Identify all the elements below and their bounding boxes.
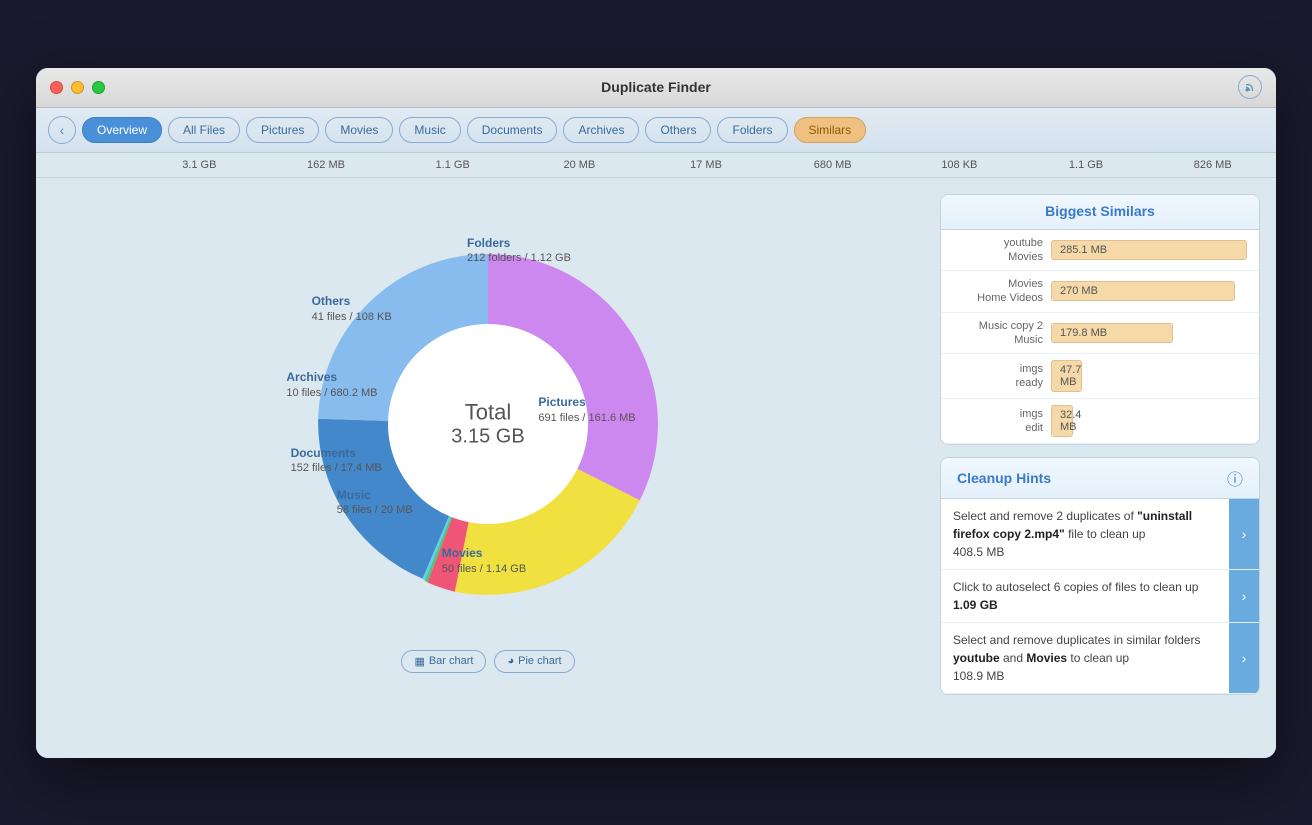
similar-bar-3[interactable]: 179.8 MB [1051, 323, 1173, 343]
chart-area: Total 3.15 GB Folders 212 folders / 1.12… [52, 194, 924, 742]
similar-row-3: Music copy 2 Music 179.8 MB [941, 313, 1259, 355]
similar-row-5: imgs edit 32.4 MB [941, 399, 1259, 444]
label-pictures: Pictures 691 files / 161.6 MB [538, 394, 635, 426]
bar-chart-label: Bar chart [429, 655, 474, 667]
tab-pictures[interactable]: Pictures [246, 117, 319, 143]
pie-chart-label: Pie chart [518, 655, 561, 667]
cleanup-title: Cleanup Hints [957, 470, 1051, 486]
close-button[interactable] [50, 81, 63, 94]
hint-row-3: Select and remove duplicates in similar … [941, 623, 1259, 694]
app-window: Duplicate Finder ‹ Overview All Files Pi… [36, 68, 1276, 758]
similar-bar-container-2: 270 MB [1051, 281, 1247, 301]
window-controls [50, 81, 105, 94]
label-archives: Archives 10 files / 680.2 MB [286, 369, 377, 401]
similar-bar-container-4: 47.7 MB [1051, 360, 1247, 392]
pie-chart-icon: ◕ [507, 655, 514, 667]
similar-label-5: imgs edit [953, 407, 1043, 436]
tab-documents[interactable]: Documents [467, 117, 558, 143]
label-folders: Folders 212 folders / 1.12 GB [467, 235, 571, 267]
similar-row-1: youtube Movies 285.1 MB [941, 230, 1259, 272]
similar-bar-container-1: 285.1 MB [1051, 240, 1247, 260]
main-content: Total 3.15 GB Folders 212 folders / 1.12… [36, 178, 1276, 758]
hint-arrow-1[interactable]: › [1229, 499, 1259, 569]
size-archives: 680 MB [769, 159, 896, 171]
similar-label-2: Movies Home Videos [953, 277, 1043, 306]
similar-row-4: imgs ready 47.7 MB [941, 354, 1259, 399]
similar-label-4: imgs ready [953, 362, 1043, 391]
maximize-button[interactable] [92, 81, 105, 94]
tab-archives[interactable]: Archives [563, 117, 639, 143]
size-pictures: 162 MB [263, 159, 390, 171]
hint-arrow-2[interactable]: › [1229, 570, 1259, 622]
label-documents: Documents 152 files / 17.4 MB [291, 445, 382, 477]
cleanup-hints-panel: Cleanup Hints ⓘ Select and remove 2 dupl… [940, 457, 1260, 695]
hint-row-2: Click to autoselect 6 copies of files to… [941, 570, 1259, 623]
size-folders: 1.1 GB [1023, 159, 1150, 171]
biggest-similars-title: Biggest Similars [1045, 203, 1155, 219]
size-movies: 1.1 GB [389, 159, 516, 171]
tab-others[interactable]: Others [645, 117, 711, 143]
hint-text-1: Select and remove 2 duplicates of "unins… [941, 499, 1229, 569]
hint-text-3: Select and remove duplicates in similar … [941, 623, 1229, 693]
chart-buttons: ▦ Bar chart ◕ Pie chart [401, 650, 574, 673]
size-others: 108 KB [896, 159, 1023, 171]
size-documents: 17 MB [643, 159, 770, 171]
titlebar: Duplicate Finder [36, 68, 1276, 108]
cleanup-info-icon[interactable]: ⓘ [1227, 466, 1243, 490]
similar-bar-1[interactable]: 285.1 MB [1051, 240, 1247, 260]
size-similars: 826 MB [1149, 159, 1276, 171]
similar-row-2: Movies Home Videos 270 MB [941, 271, 1259, 313]
size-music: 20 MB [516, 159, 643, 171]
tab-all-files[interactable]: All Files [168, 117, 240, 143]
biggest-similars-panel: Biggest Similars youtube Movies 285.1 MB… [940, 194, 1260, 446]
tab-movies[interactable]: Movies [325, 117, 393, 143]
similar-bar-2[interactable]: 270 MB [1051, 281, 1235, 301]
biggest-similars-header: Biggest Similars [941, 195, 1259, 230]
label-music: Music 58 files / 20 MB [337, 487, 413, 519]
minimize-button[interactable] [71, 81, 84, 94]
similar-bar-container-5: 32.4 MB [1051, 405, 1247, 437]
back-button[interactable]: ‹ [48, 116, 76, 144]
hint-arrow-3[interactable]: › [1229, 623, 1259, 693]
bar-chart-button[interactable]: ▦ Bar chart [401, 650, 486, 673]
similar-label-3: Music copy 2 Music [953, 319, 1043, 348]
pie-chart-container: Total 3.15 GB Folders 212 folders / 1.12… [278, 214, 698, 634]
label-others: Others 41 files / 108 KB [312, 293, 392, 325]
similar-bar-container-3: 179.8 MB [1051, 323, 1247, 343]
size-all-files: 3.1 GB [136, 159, 263, 171]
hint-row-1: Select and remove 2 duplicates of "unins… [941, 499, 1259, 570]
window-title: Duplicate Finder [601, 79, 711, 95]
hint-text-2: Click to autoselect 6 copies of files to… [941, 570, 1229, 622]
right-panel: Biggest Similars youtube Movies 285.1 MB… [940, 194, 1260, 742]
tab-music[interactable]: Music [399, 117, 460, 143]
label-movies: Movies 50 files / 1.14 GB [442, 545, 526, 577]
similar-bar-4[interactable]: 47.7 MB [1051, 360, 1082, 392]
cleanup-hints-header: Cleanup Hints ⓘ [941, 458, 1259, 499]
rss-icon[interactable] [1238, 75, 1262, 99]
toolbar: ‹ Overview All Files Pictures Movies Mus… [36, 108, 1276, 153]
bar-chart-icon: ▦ [414, 655, 424, 668]
similar-bar-5[interactable]: 32.4 MB [1051, 405, 1073, 437]
tab-folders[interactable]: Folders [717, 117, 787, 143]
pie-chart-button[interactable]: ◕ Pie chart [494, 650, 574, 673]
sizes-bar: 3.1 GB 162 MB 1.1 GB 20 MB 17 MB 680 MB … [36, 153, 1276, 178]
tab-similars[interactable]: Similars [794, 117, 867, 143]
similar-label-1: youtube Movies [953, 236, 1043, 265]
tab-overview[interactable]: Overview [82, 117, 162, 143]
